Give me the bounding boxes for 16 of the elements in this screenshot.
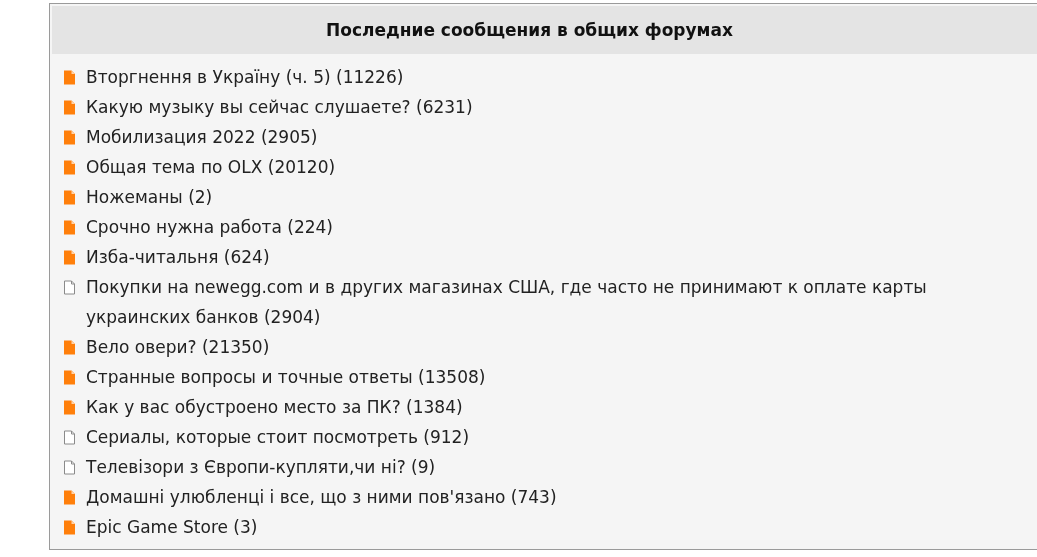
topic-link[interactable]: Общая тема по OLX (20120) xyxy=(86,152,336,182)
topic-link[interactable]: Домашні улюбленці і все, що з ними пов'язано (743) xyxy=(86,482,557,512)
topic-link[interactable]: Сериалы, которые стоит посмотреть (912) xyxy=(86,422,469,452)
topic-link[interactable]: Epic Game Store (3) xyxy=(86,512,258,542)
topic-link[interactable]: Телевізори з Європи-купляти,чи ні? (9) xyxy=(86,452,436,482)
topic-link[interactable]: Вело овери? (21350) xyxy=(86,332,270,362)
topic-link[interactable]: Как у вас обустроено место за ПК? (1384) xyxy=(86,392,463,422)
panel-title: Последние сообщения в общих форумах xyxy=(326,20,733,40)
topic-link[interactable]: Вторгнення в Україну (ч. 5) (11226) xyxy=(86,62,404,92)
topic-link[interactable]: Мобилизация 2022 (2905) xyxy=(86,122,318,152)
topic-link[interactable]: Странные вопросы и точные ответы (13508) xyxy=(86,362,486,392)
topic-link[interactable]: Изба-читальня (624) xyxy=(86,242,270,272)
topic-link[interactable]: Покупки на newegg.com и в других магазинах США, где часто не принимают к оплате карты украинских банков (2904) xyxy=(86,272,986,332)
topic-link[interactable]: Ножеманы (2) xyxy=(86,182,213,212)
topic-link[interactable]: Срочно нужна работа (224) xyxy=(86,212,333,242)
topic-link[interactable]: Какую музыку вы сейчас слушаете? (6231) xyxy=(86,92,473,122)
